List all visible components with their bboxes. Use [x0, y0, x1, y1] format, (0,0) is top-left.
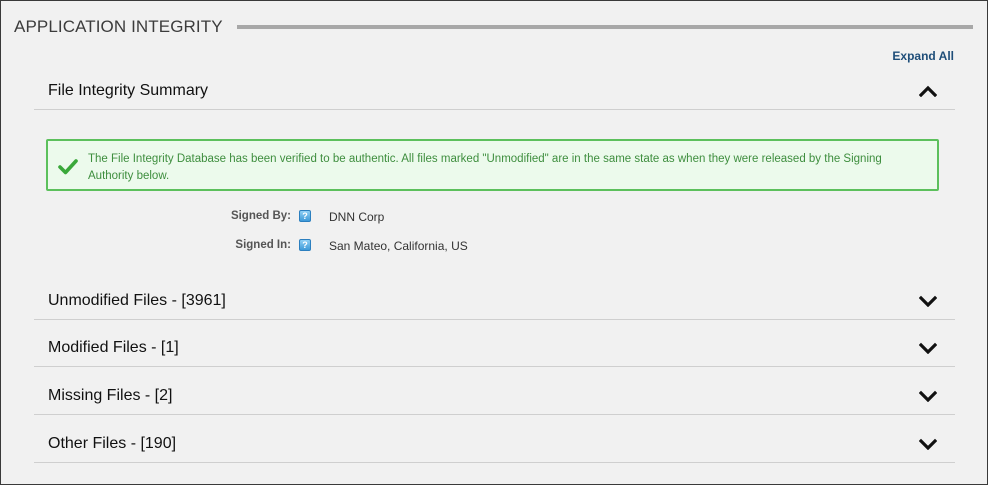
section-title: Missing Files - [2] — [48, 386, 173, 404]
signed-in-label: Signed In: — [235, 239, 291, 251]
chevron-down-icon[interactable] — [918, 294, 938, 308]
verification-success-message: The File Integrity Database has been ver… — [46, 139, 939, 191]
section-title: File Integrity Summary — [48, 82, 209, 99]
application-integrity-panel: APPLICATION INTEGRITY Expand All File In… — [0, 0, 988, 485]
section-file-integrity-summary[interactable]: File Integrity Summary — [34, 73, 955, 110]
chevron-down-icon[interactable] — [918, 341, 938, 355]
section-missing-files[interactable]: Missing Files - [2] — [34, 377, 955, 415]
checkmark-icon — [58, 159, 78, 175]
section-title: Unmodified Files - [3961] — [48, 291, 226, 309]
chevron-up-icon[interactable] — [918, 84, 938, 98]
panel-header: APPLICATION INTEGRITY — [14, 15, 973, 39]
section-other-files[interactable]: Other Files - [190] — [34, 425, 955, 463]
chevron-down-icon[interactable] — [918, 437, 938, 451]
section-title: Modified Files - [1] — [48, 339, 179, 356]
section-unmodified-files[interactable]: Unmodified Files - [3961] — [34, 282, 955, 320]
section-title: Other Files - [190] — [48, 434, 177, 452]
signed-by-label: Signed By: — [230, 210, 291, 222]
help-icon[interactable]: ? — [299, 210, 311, 222]
header-divider — [236, 25, 973, 29]
verification-text: The File Integrity Database has been ver… — [88, 153, 882, 182]
page-title: APPLICATION INTEGRITY — [14, 17, 223, 36]
signed-in-value: San Mateo, California, US — [329, 239, 468, 253]
expand-all-link[interactable]: Expand All — [892, 49, 954, 63]
help-icon[interactable]: ? — [299, 239, 311, 251]
chevron-down-icon[interactable] — [918, 389, 938, 403]
section-modified-files[interactable]: Modified Files - [1] — [34, 330, 955, 367]
signed-by-value: DNN Corp — [329, 210, 385, 224]
